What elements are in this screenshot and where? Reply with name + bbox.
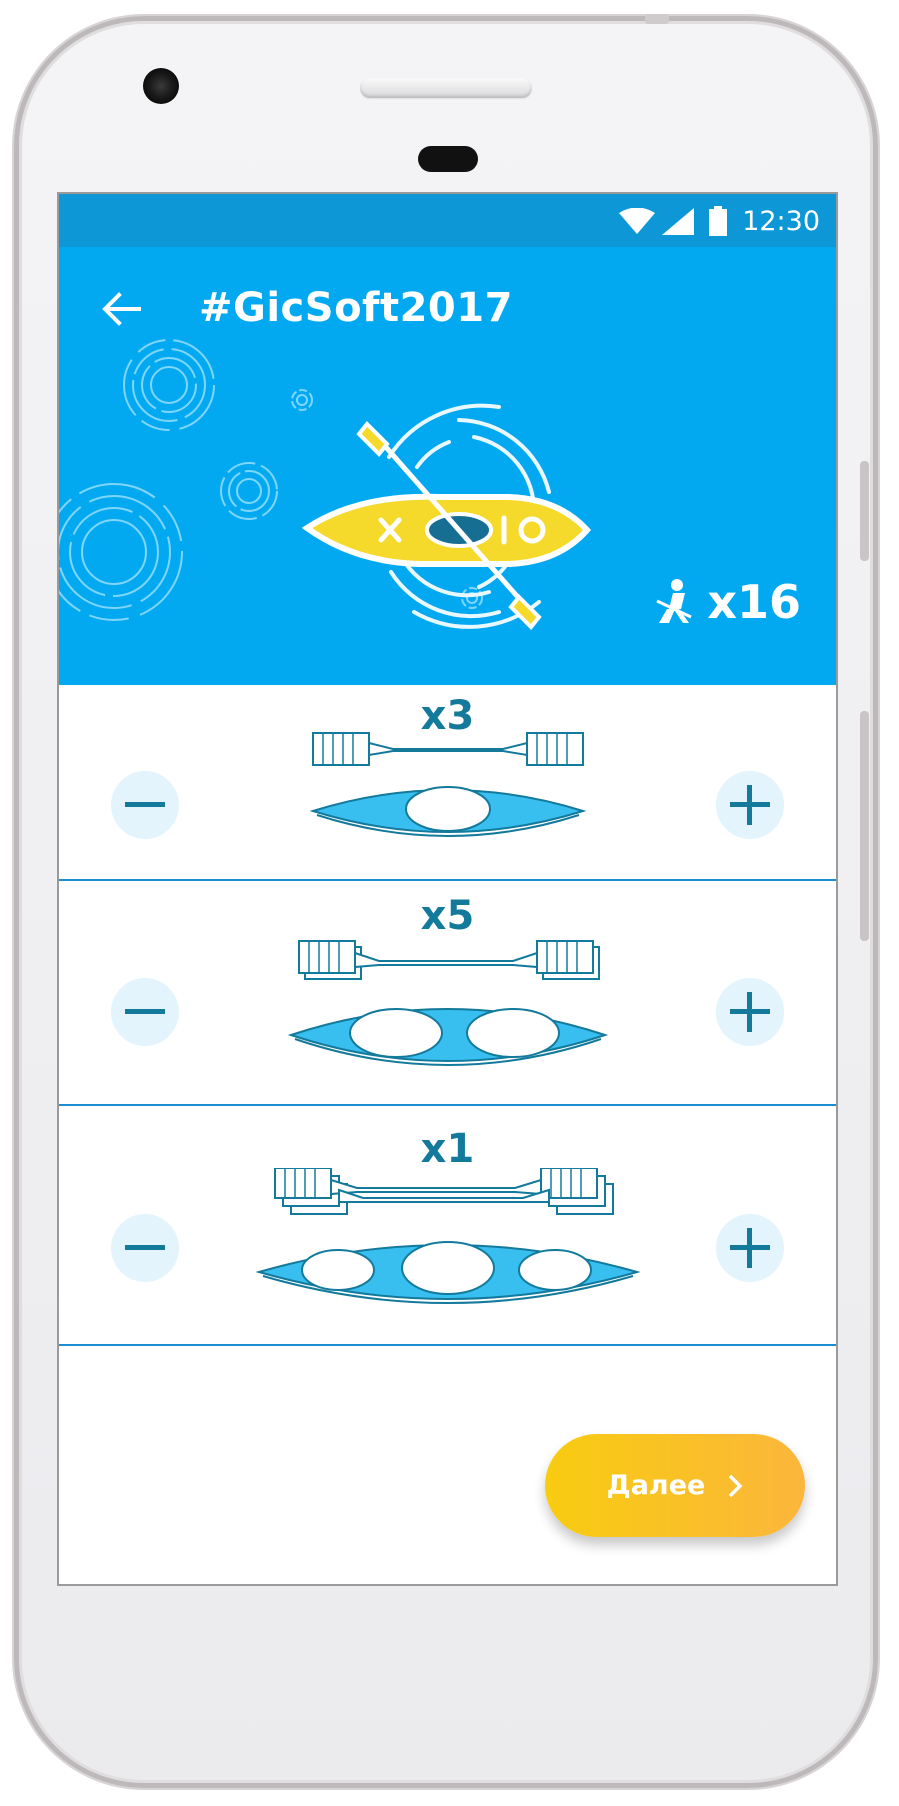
proximity-sensor [418,146,478,172]
page-title: #GicSoft2017 [199,285,513,331]
ripple-decoration-icon [220,462,278,520]
back-arrow-icon[interactable] [99,287,143,331]
earpiece-speaker [360,78,532,98]
increase-button[interactable] [716,771,784,839]
increase-button[interactable] [716,1214,784,1282]
chevron-right-icon [729,1474,743,1497]
next-button[interactable]: Далее [545,1434,805,1537]
kayak-logo-icon [301,403,592,630]
decrease-button[interactable] [111,1214,179,1282]
double-kayak-icon [287,940,608,1066]
header-banner: #GicSoft2017 x16 [59,247,836,685]
app-screen: 12:30 #GicSoft2017 x16 x3 x5 x1 Далее [57,192,838,1586]
volume-button [860,461,869,561]
minus-icon [125,1009,165,1014]
decrease-button[interactable] [111,978,179,1046]
single-kayak-icon [309,732,586,837]
increase-button[interactable] [716,978,784,1046]
plus-icon [730,992,770,1032]
people-count-value: x16 [707,575,801,629]
next-button-label: Далее [606,1470,706,1501]
rower-person-icon [656,579,692,623]
signal-icon [662,208,694,235]
status-bar: 12:30 [59,194,836,247]
boat-count-label: x1 [420,1126,475,1172]
plus-icon [730,785,770,825]
plus-icon [730,1228,770,1268]
triple-kayak-icon [254,1168,641,1304]
phone-top-detail [645,14,669,24]
front-camera [143,68,179,104]
wifi-icon [619,208,655,234]
boat-count-label: x5 [420,893,475,939]
minus-icon [125,802,165,807]
people-count: x16 [655,575,801,629]
boat-row-single: x3 [59,685,836,881]
boat-row-triple: x1 [59,1106,836,1346]
decrease-button[interactable] [111,771,179,839]
boat-row-double: x5 [59,881,836,1106]
power-button [860,711,869,941]
status-time: 12:30 [742,206,820,237]
battery-icon [709,206,727,236]
minus-icon [125,1245,165,1250]
ripple-decoration-icon [59,483,183,621]
ripple-decoration-icon [123,339,215,431]
